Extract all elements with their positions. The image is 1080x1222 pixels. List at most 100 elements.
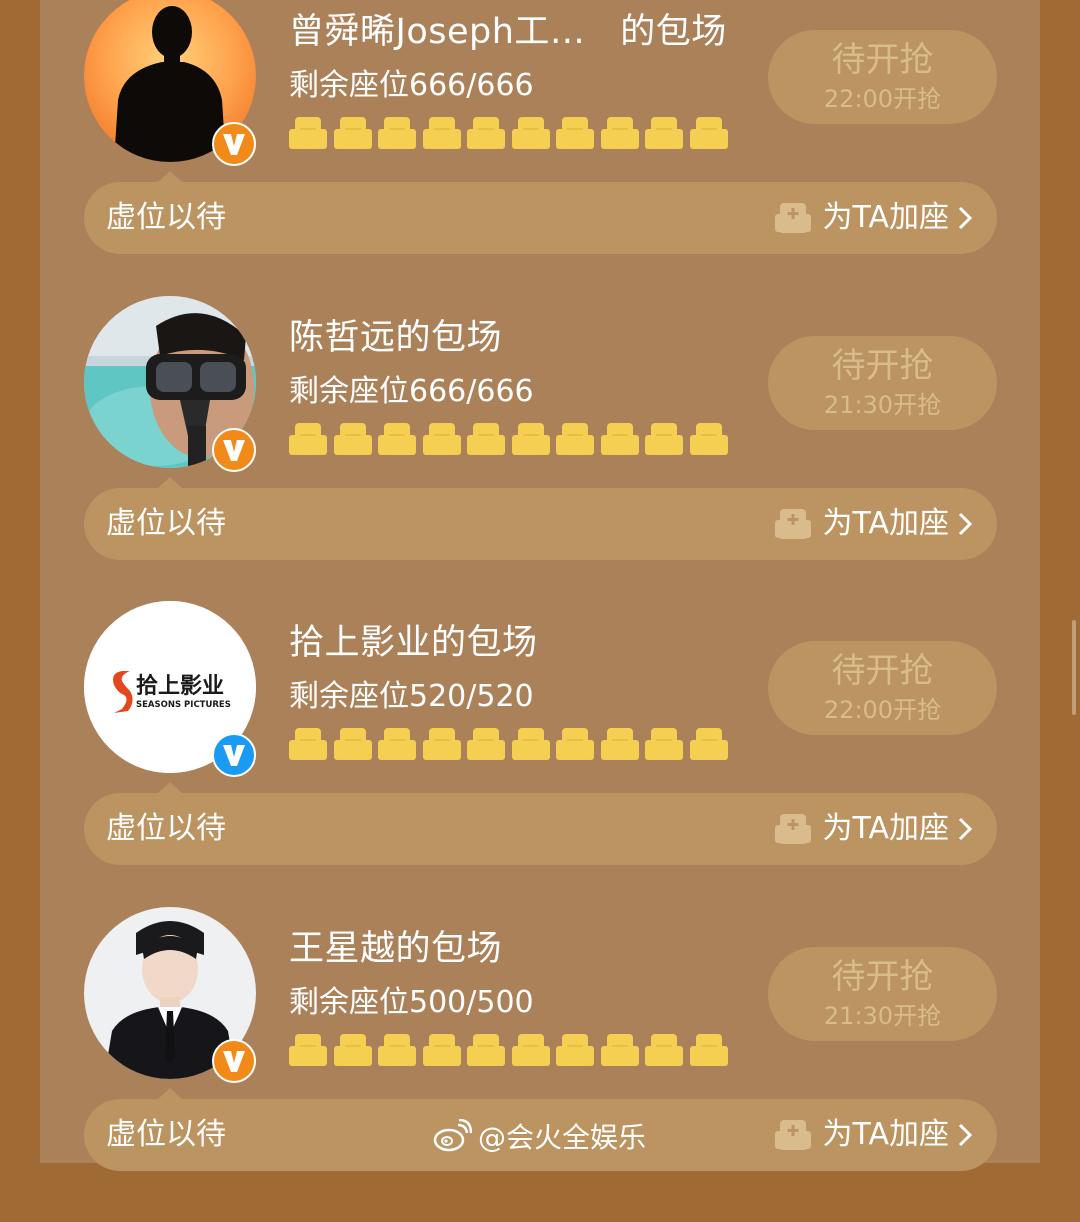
seat-icon	[333, 423, 372, 455]
scrollbar[interactable]	[1072, 620, 1076, 715]
seat-icon	[289, 117, 327, 149]
seat-icon	[556, 1034, 594, 1066]
bar-label: 虚位以待	[106, 1117, 226, 1152]
seat-icon	[467, 1034, 505, 1066]
watermark: @会火全娱乐	[432, 1116, 646, 1156]
seat-icon	[289, 728, 327, 760]
add-seat-icon	[775, 509, 812, 539]
seat-icon	[333, 1034, 372, 1066]
seats-remaining: 剩余座位520/520	[289, 679, 534, 714]
seat-icon	[689, 117, 728, 149]
bar-label: 虚位以待	[106, 200, 226, 235]
grab-button-disabled[interactable]: 待开抢 21:30开抢	[768, 947, 997, 1041]
seat-icon	[556, 423, 594, 455]
add-seat-label: 为TA加座	[822, 506, 949, 541]
seat-icon	[556, 117, 594, 149]
seats-remaining: 剩余座位500/500	[289, 985, 534, 1020]
bar-label: 虚位以待	[106, 506, 226, 541]
grab-button-label: 待开抢	[831, 40, 934, 80]
add-seat-link[interactable]: 为TA加座	[774, 488, 973, 560]
chevron-right-icon	[958, 817, 973, 841]
verified-orange-v-icon	[212, 1039, 256, 1083]
seat-icon	[600, 1034, 639, 1066]
seat-icon	[378, 423, 416, 455]
seat-icon	[422, 728, 461, 760]
party-title: 陈哲远的包场	[289, 318, 503, 358]
seat-icon	[333, 728, 372, 760]
seat-row	[289, 1032, 739, 1072]
grab-start-time: 21:30开抢	[823, 391, 942, 419]
add-seat-icon	[775, 1120, 812, 1150]
grab-start-time: 21:30开抢	[823, 1002, 942, 1030]
watermark-text: @会火全娱乐	[478, 1121, 647, 1154]
add-seat-label: 为TA加座	[822, 811, 949, 846]
seat-icon	[422, 423, 461, 455]
seat-icon	[645, 423, 683, 455]
chevron-right-icon	[958, 1123, 973, 1147]
party-title: 王星越的包场	[289, 929, 503, 969]
seat-icon	[378, 117, 416, 149]
seat-icon	[689, 423, 728, 455]
seat-icon	[378, 728, 416, 760]
seats-remaining: 剩余座位666/666	[289, 68, 534, 103]
party-card: 拾上影业 SEASONS PICTURES 拾上影业的包场 剩余座位520/52…	[40, 601, 1040, 916]
bar-label: 虚位以待	[106, 811, 226, 846]
studio-logo-subtext: SEASONS PICTURES	[136, 700, 231, 710]
chevron-right-icon	[958, 206, 973, 230]
grab-start-time: 22:00开抢	[823, 85, 942, 113]
verified-orange-v-icon	[212, 428, 256, 472]
bar-pointer	[158, 171, 182, 182]
verified-blue-v-icon	[212, 733, 256, 777]
grab-button-disabled[interactable]: 待开抢 22:00开抢	[768, 641, 997, 735]
party-list-panel: 曾舜晞Joseph工… 的包场 剩余座位666/666 待开抢 22:00开抢 …	[40, 0, 1040, 1171]
seat-icon	[511, 423, 550, 455]
seat-icon	[289, 423, 327, 455]
grab-button-disabled[interactable]: 待开抢 22:00开抢	[768, 30, 997, 124]
party-card: 王星越的包场 剩余座位500/500 待开抢 21:30开抢 虚位以待 为TA加…	[40, 907, 1040, 1222]
grab-button-disabled[interactable]: 待开抢 21:30开抢	[768, 336, 997, 430]
party-card: 曾舜晞Joseph工… 的包场 剩余座位666/666 待开抢 22:00开抢 …	[40, 0, 1040, 305]
add-seat-label: 为TA加座	[822, 200, 949, 235]
studio-logo-text: 拾上影业	[136, 673, 224, 699]
add-seat-bar[interactable]: 虚位以待 为TA加座	[84, 182, 997, 254]
add-seat-icon	[775, 203, 812, 233]
grab-button-label: 待开抢	[831, 957, 934, 997]
seat-icon	[511, 1034, 550, 1066]
add-seat-label: 为TA加座	[822, 1117, 949, 1152]
add-seat-bar[interactable]: 虚位以待 为TA加座	[84, 488, 997, 560]
seat-icon	[689, 1034, 728, 1066]
seat-icon	[600, 117, 639, 149]
seat-row	[289, 115, 739, 155]
seat-icon	[689, 728, 728, 760]
seat-icon	[378, 1034, 416, 1066]
add-seat-icon	[775, 814, 812, 844]
grab-button-label: 待开抢	[831, 346, 934, 386]
seat-icon	[645, 728, 683, 760]
seat-icon	[556, 728, 594, 760]
verified-orange-v-icon	[212, 122, 256, 166]
bar-pointer	[158, 1088, 182, 1099]
seat-icon	[511, 117, 550, 149]
weibo-icon	[433, 1119, 472, 1152]
chevron-right-icon	[958, 512, 973, 536]
add-seat-link[interactable]: 为TA加座	[774, 793, 973, 865]
seat-icon	[422, 1034, 461, 1066]
add-seat-link[interactable]: 为TA加座	[774, 1099, 973, 1171]
seat-icon	[467, 423, 505, 455]
party-title: 拾上影业的包场	[289, 623, 538, 663]
party-title: 曾舜晞Joseph工… 的包场	[289, 12, 727, 52]
seat-icon	[600, 728, 639, 760]
seat-icon	[600, 423, 639, 455]
seat-icon	[645, 1034, 683, 1066]
bar-pointer	[158, 782, 182, 793]
seat-icon	[333, 117, 372, 149]
seat-icon	[289, 1034, 327, 1066]
seat-icon	[467, 728, 505, 760]
add-seat-bar[interactable]: 虚位以待 为TA加座	[84, 793, 997, 865]
seat-row	[289, 726, 739, 766]
add-seat-link[interactable]: 为TA加座	[774, 182, 973, 254]
seat-icon	[467, 117, 505, 149]
bar-pointer	[158, 477, 182, 488]
seats-remaining: 剩余座位666/666	[289, 374, 534, 409]
grab-start-time: 22:00开抢	[823, 696, 942, 724]
